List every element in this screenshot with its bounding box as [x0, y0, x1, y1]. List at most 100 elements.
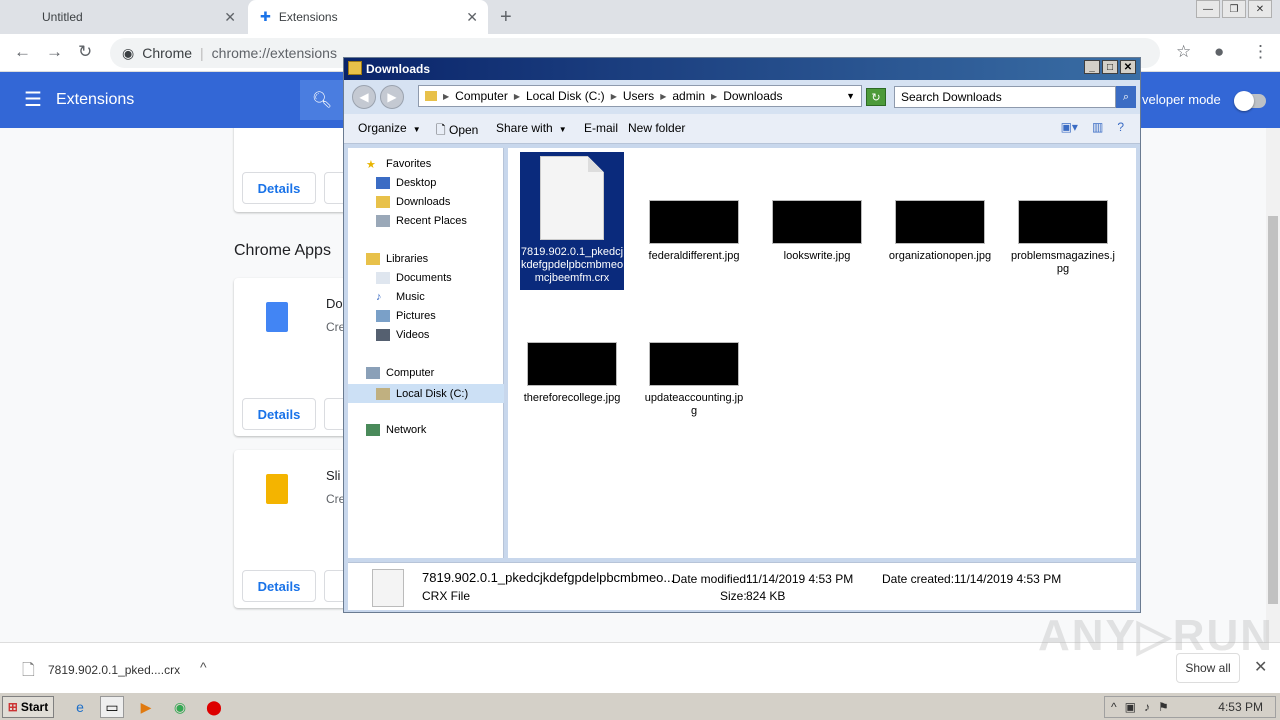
breadcrumb-item[interactable]: admin [672, 89, 705, 103]
nav-documents[interactable]: Documents [376, 272, 452, 284]
organize-button[interactable]: Organize ▼ [358, 121, 421, 135]
app-card-slides: Sli Cre Details [234, 450, 364, 608]
close-icon[interactable]: ✕ [224, 9, 236, 26]
nav-label: Downloads [396, 196, 451, 208]
file-item[interactable]: 7819.902.0.1_pkedcjkdefgpdelpbcmbmeomcjb… [520, 152, 624, 290]
nav-label: Recent Places [396, 215, 467, 227]
flag-icon[interactable]: ⚑ [1158, 700, 1169, 714]
chrome-icon[interactable]: ◉ [168, 696, 192, 718]
breadcrumb[interactable]: ▶ Computer ▶ Local Disk (C:) ▶ Users ▶ a… [418, 85, 862, 107]
minimize-button[interactable]: _ [1084, 60, 1100, 74]
forward-button[interactable]: ▶ [380, 85, 404, 109]
chevron-down-icon[interactable]: ▼ [846, 91, 855, 101]
new-tab-button[interactable]: + [500, 6, 512, 29]
file-item[interactable]: problemsmagazines.jpg [1011, 200, 1115, 276]
profile-icon[interactable]: ● [1214, 42, 1224, 62]
breadcrumb-item[interactable]: Downloads [723, 89, 782, 103]
nav-downloads[interactable]: Downloads [376, 196, 450, 208]
extension-card: Details [234, 128, 364, 212]
image-thumbnail [1018, 200, 1108, 244]
view-icon[interactable]: ▣▾ [1061, 120, 1078, 134]
volume-icon[interactable]: ♪ [1144, 700, 1150, 714]
close-window-button[interactable]: ✕ [1120, 60, 1136, 74]
details-button[interactable]: Details [242, 570, 316, 602]
maximize-button[interactable]: □ [1102, 60, 1118, 74]
nav-local-disk[interactable]: Local Disk (C:) [348, 384, 504, 403]
close-icon[interactable]: ✕ [466, 9, 478, 26]
developer-mode-toggle[interactable] [1234, 91, 1266, 111]
tab-untitled[interactable]: Untitled ✕ [30, 0, 246, 34]
preview-pane-icon[interactable]: ▥ [1092, 120, 1103, 134]
explorer-taskbar-icon[interactable]: ▭ [100, 696, 124, 718]
chevron-up-icon[interactable]: ^ [1111, 700, 1117, 714]
details-button[interactable]: Details [242, 398, 316, 430]
details-button[interactable]: Details [242, 172, 316, 204]
menu-icon[interactable]: ⋮ [1252, 42, 1269, 62]
minimize-button[interactable]: — [1196, 0, 1220, 18]
back-button[interactable]: ◀ [352, 85, 376, 109]
email-button[interactable]: E-mail [584, 121, 618, 135]
nav-desktop[interactable]: Desktop [376, 177, 436, 189]
forward-icon[interactable]: → [46, 42, 63, 62]
breadcrumb-item[interactable]: Users [623, 89, 654, 103]
desktop-icon [376, 177, 390, 189]
open-button[interactable]: 🗋 Open [436, 121, 478, 142]
close-window-button[interactable]: ✕ [1248, 0, 1272, 18]
nav-libraries[interactable]: Libraries [366, 253, 428, 265]
file-icon [540, 156, 604, 240]
star-icon[interactable]: ☆ [1176, 42, 1191, 62]
hamburger-icon[interactable]: ☰ [24, 87, 42, 112]
file-item[interactable]: organizationopen.jpg [888, 200, 992, 263]
window-titlebar[interactable]: Downloads _ □ ✕ [344, 58, 1140, 80]
nav-network[interactable]: Network [366, 424, 426, 436]
restore-button[interactable]: ❐ [1222, 0, 1246, 18]
nav-recent-places[interactable]: Recent Places [376, 215, 467, 227]
chevron-up-icon[interactable]: ^ [200, 659, 207, 675]
clock[interactable]: 4:53 PM [1218, 700, 1263, 714]
search-icon[interactable]: 🔍︎ [300, 80, 344, 120]
file-item[interactable]: federaldifferent.jpg [642, 200, 746, 263]
nav-pictures[interactable]: Pictures [376, 310, 436, 322]
window-controls: _ □ ✕ [1084, 60, 1136, 74]
command-bar: Organize ▼ 🗋 Open Share with ▼ E-mail New … [344, 114, 1140, 144]
nav-computer[interactable]: Computer [366, 367, 434, 379]
file-item[interactable]: updateaccounting.jpg [642, 342, 746, 418]
refresh-icon[interactable]: ↻ [866, 88, 886, 106]
detail-type: CRX File [422, 589, 471, 603]
ie-icon[interactable]: e [68, 696, 92, 718]
page-scrollbar[interactable] [1266, 128, 1280, 642]
start-button[interactable]: ⊞ Start [2, 696, 54, 718]
tab-extensions[interactable]: ✚ Extensions ✕ [248, 0, 488, 34]
nav-label: Music [396, 291, 425, 303]
nav-music[interactable]: ♪ Music [376, 291, 425, 303]
file-item[interactable]: thereforecollege.jpg [520, 342, 624, 405]
scrollbar-thumb[interactable] [1268, 216, 1278, 604]
share-with-button[interactable]: Share with ▼ [496, 121, 567, 135]
help-icon[interactable]: ? [1117, 120, 1124, 134]
download-item[interactable]: 7819.902.0.1_pked....crx [48, 663, 180, 677]
nav-favorites[interactable]: ★ Favorites [366, 158, 431, 171]
warning-icon[interactable]: ⬤ [202, 696, 226, 718]
breadcrumb-item[interactable]: Computer [455, 89, 508, 103]
detail-filename: 7819.902.0.1_pkedcjkdefgpdelpbcmbmeo... [422, 570, 675, 585]
network-icon[interactable]: ▣ [1125, 700, 1136, 714]
search-icon[interactable]: ⌕ [1116, 86, 1136, 108]
app-name: Sli [326, 468, 341, 483]
search-input[interactable]: Search Downloads [894, 86, 1116, 108]
media-player-icon[interactable]: ▶ [134, 696, 158, 718]
network-icon [366, 424, 380, 436]
image-thumbnail [772, 200, 862, 244]
separator: | [200, 45, 204, 61]
nav-label: Computer [386, 367, 435, 379]
nav-videos[interactable]: Videos [376, 329, 429, 341]
breadcrumb-item[interactable]: Local Disk (C:) [526, 89, 605, 103]
file-item[interactable]: lookswrite.jpg [765, 200, 869, 263]
reload-icon[interactable]: ↻ [78, 42, 92, 62]
system-tray: ^ ▣ ♪ ⚑ 4:53 PM [1104, 696, 1276, 718]
nav-label: Documents [396, 272, 452, 284]
new-folder-button[interactable]: New folder [628, 121, 685, 135]
back-icon[interactable]: ← [14, 42, 31, 62]
recent-places-icon [376, 215, 390, 227]
details-pane: 7819.902.0.1_pkedcjkdefgpdelpbcmbmeo... … [348, 562, 1136, 610]
app-card-docs: Do Cre Details [234, 278, 364, 436]
